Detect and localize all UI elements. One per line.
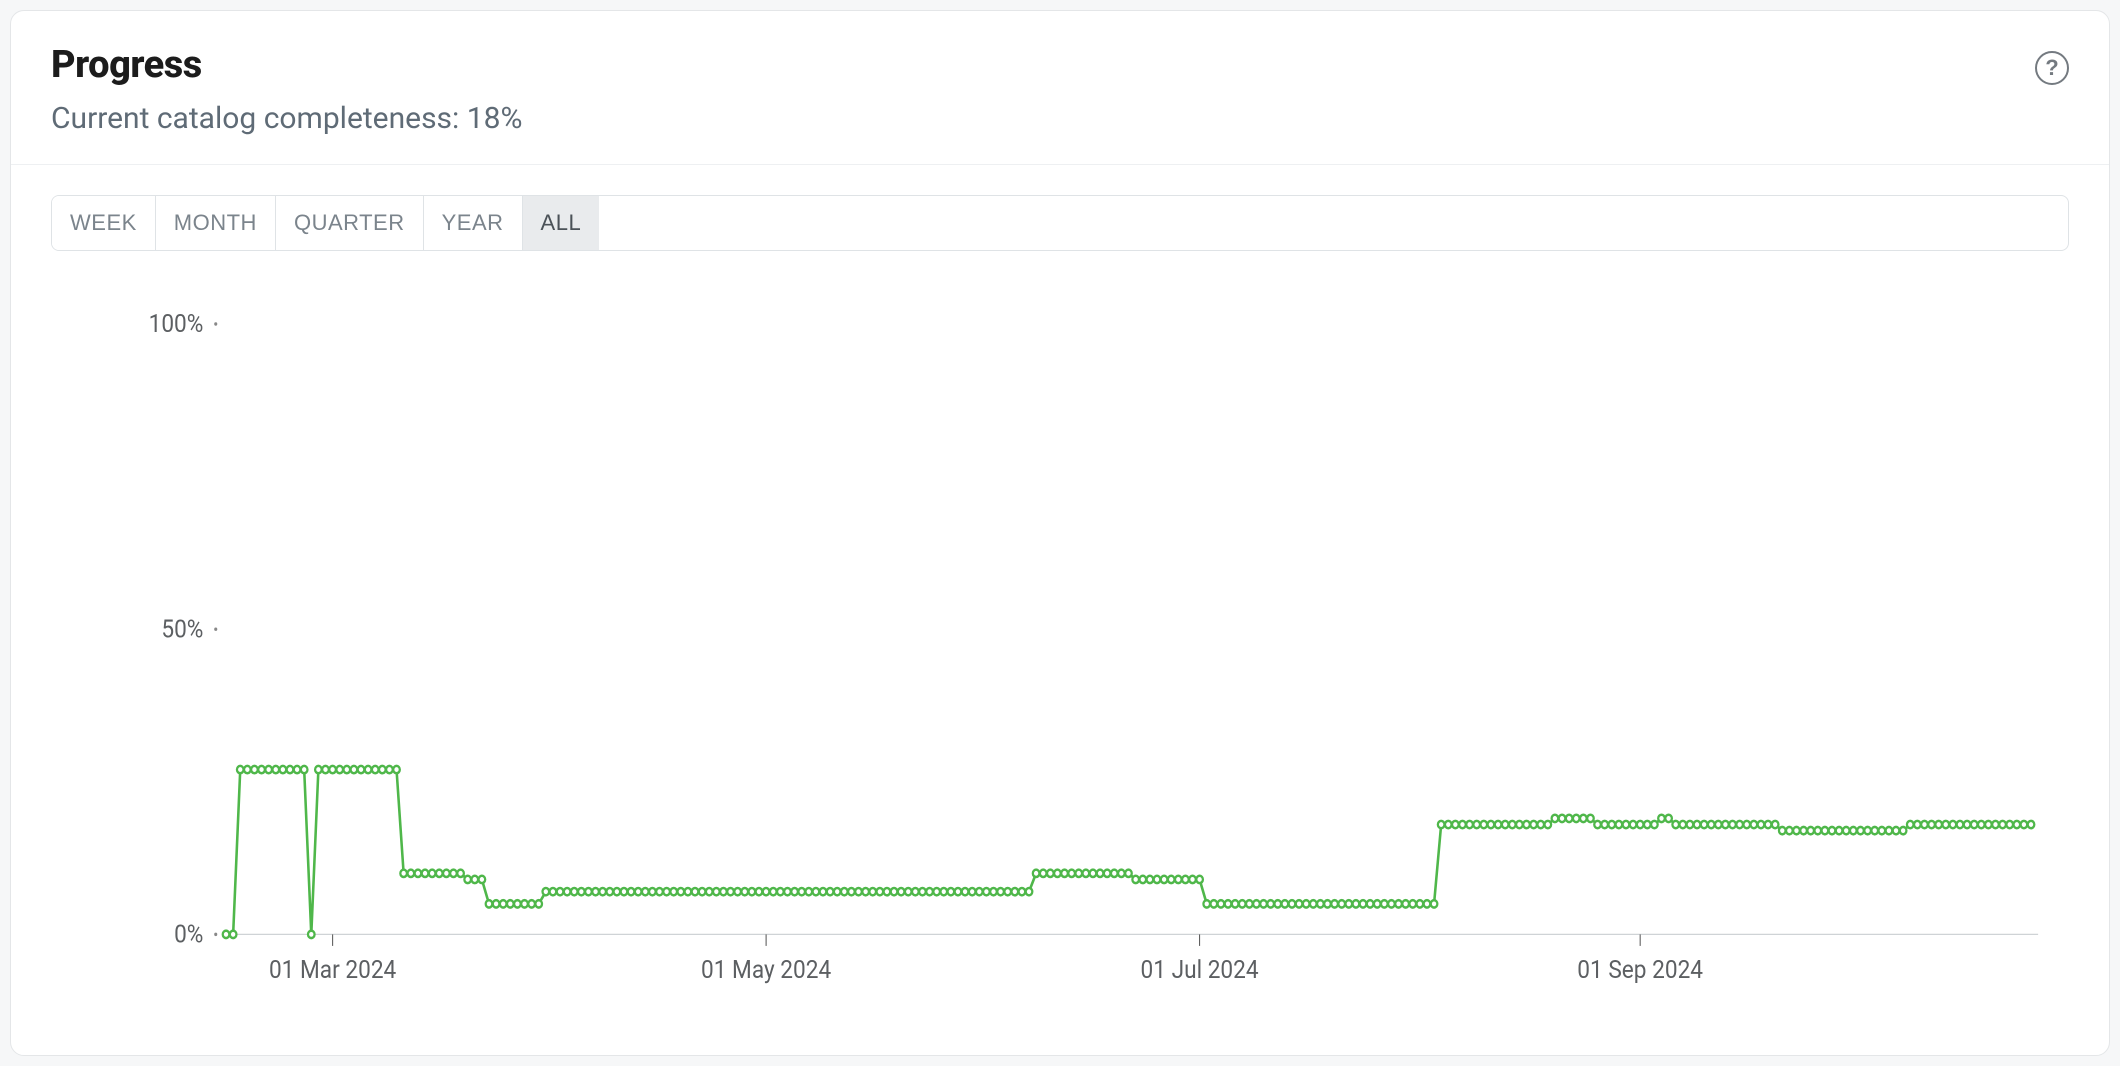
series-points [223, 766, 2035, 938]
help-icon[interactable]: ? [2035, 51, 2069, 85]
card-subtitle: Current catalog completeness: 18% [51, 101, 2069, 136]
range-tab-year[interactable]: YEAR [424, 196, 523, 250]
y-tick-label: 0% [174, 919, 203, 949]
progress-card: Progress Current catalog completeness: 1… [10, 10, 2110, 1056]
range-tab-all[interactable]: ALL [523, 196, 600, 250]
series-line [226, 770, 2031, 935]
card-header: Progress Current catalog completeness: 1… [11, 11, 2109, 165]
x-tick-label: 01 May 2024 [701, 955, 831, 985]
x-tick-label: 01 Mar 2024 [269, 955, 396, 985]
time-range-toggle: WEEKMONTHQUARTERYEARALL [51, 195, 2069, 251]
card-title: Progress [51, 43, 2069, 87]
card-body: WEEKMONTHQUARTERYEARALL 0% 50% 100% 01 Mar … [11, 165, 2109, 1055]
y-tick-label: 100% [149, 309, 204, 339]
range-tab-week[interactable]: WEEK [52, 196, 156, 250]
y-tick-label: 50% [161, 614, 203, 644]
x-tick-label: 01 Sep 2024 [1577, 955, 1703, 985]
range-tab-month[interactable]: MONTH [156, 196, 276, 250]
x-tick-label: 01 Jul 2024 [1141, 955, 1259, 985]
range-tab-quarter[interactable]: QUARTER [276, 196, 424, 250]
progress-chart: 0% 50% 100% 01 Mar 2024 01 May 2024 01 Jul 20… [51, 301, 2069, 1015]
